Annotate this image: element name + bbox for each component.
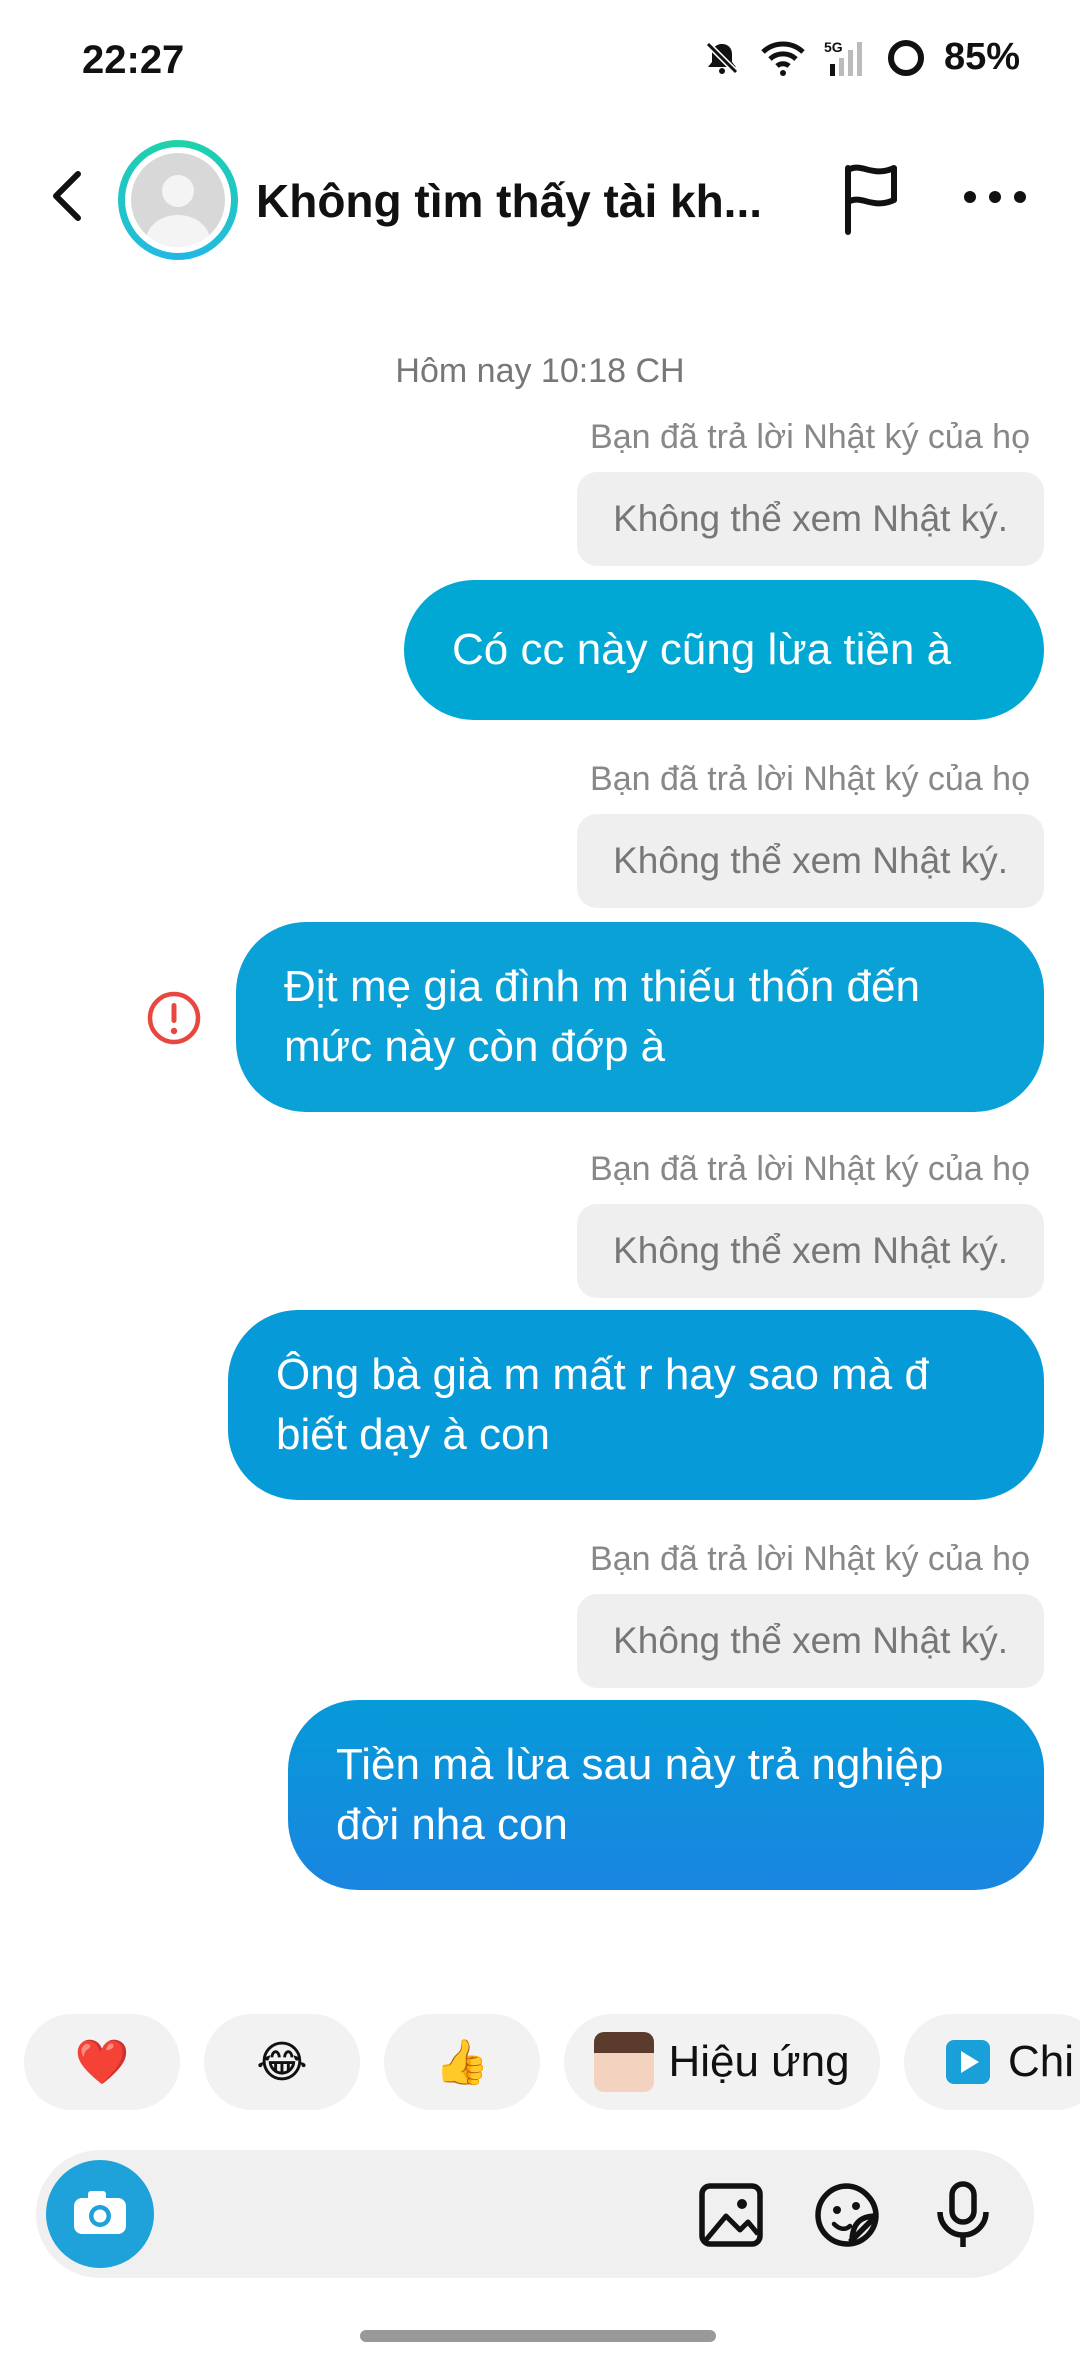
message-line: Địt mẹ gia đình m thiếu thốn đến bbox=[284, 962, 920, 1011]
camera-icon bbox=[74, 2191, 126, 2234]
date-separator: Hôm nay 10:18 CH bbox=[395, 352, 685, 390]
video-chip-button[interactable]: Chi bbox=[904, 2014, 1080, 2110]
avatar[interactable] bbox=[118, 140, 238, 260]
home-indicator[interactable] bbox=[360, 2330, 716, 2342]
reaction-heart-button[interactable]: ❤️ bbox=[24, 2014, 180, 2110]
laugh-emoji-icon: 😂 bbox=[256, 2037, 308, 2087]
video-chip-label: Chi bbox=[1008, 2037, 1075, 2086]
reaction-laugh-button[interactable]: 😂 bbox=[204, 2014, 360, 2110]
gallery-icon[interactable] bbox=[696, 2180, 766, 2250]
message-line: đời nha con bbox=[336, 1800, 568, 1849]
message-line: biết dạy à con bbox=[276, 1410, 550, 1459]
story-reply-note: Bạn đã trả lời Nhật ký của họ bbox=[590, 760, 1030, 798]
reaction-thumbs-up-button[interactable]: 👍 bbox=[384, 2014, 540, 2110]
conversation-title[interactable]: Không tìm thấy tài kh... bbox=[256, 174, 796, 228]
message-line: Ông bà già m mất r hay sao mà đ bbox=[276, 1350, 929, 1399]
send-failed-icon[interactable] bbox=[146, 990, 202, 1046]
report-flag-icon[interactable] bbox=[838, 160, 908, 236]
story-reply-note: Bạn đã trả lời Nhật ký của họ bbox=[590, 418, 1030, 456]
battery-level: 85% bbox=[943, 36, 1020, 78]
story-unavailable-card[interactable]: Không thể xem Nhật ký. bbox=[577, 1594, 1044, 1688]
back-arrow-icon[interactable] bbox=[40, 166, 100, 226]
mute-bell-icon bbox=[705, 41, 739, 74]
signal-5g-icon: 5G bbox=[824, 39, 862, 76]
heart-icon: ❤️ bbox=[74, 2038, 130, 2087]
camera-button[interactable] bbox=[46, 2160, 154, 2268]
story-reply-note: Bạn đã trả lời Nhật ký của họ bbox=[590, 1540, 1030, 1578]
story-unavailable-card[interactable]: Không thể xem Nhật ký. bbox=[577, 1204, 1044, 1298]
network-label: 5G bbox=[824, 39, 843, 55]
status-bar: 22:27 5G 85% bbox=[0, 0, 1080, 120]
status-time: 22:27 bbox=[82, 38, 185, 82]
message-composer[interactable] bbox=[36, 2150, 1034, 2278]
message-line: Tiền mà lừa sau này trả nghiệp bbox=[336, 1740, 944, 1789]
effect-thumbnail bbox=[594, 2032, 655, 2092]
sticker-icon[interactable] bbox=[812, 2180, 882, 2250]
message-bubble[interactable]: Tiền mà lừa sau này trả nghiệp đời nha c… bbox=[288, 1700, 1044, 1890]
play-icon bbox=[946, 2040, 990, 2084]
message-line: mức này còn đớp à bbox=[284, 1022, 666, 1071]
chat-header: Không tìm thấy tài kh... bbox=[0, 120, 1080, 280]
thumbs-up-icon: 👍 bbox=[434, 2038, 490, 2087]
story-unavailable-card[interactable]: Không thể xem Nhật ký. bbox=[577, 814, 1044, 908]
wifi-icon bbox=[761, 41, 805, 76]
story-reply-note: Bạn đã trả lời Nhật ký của họ bbox=[590, 1150, 1030, 1188]
quick-reactions-bar: ❤️ 😂 👍 Hiệu ứng Chi bbox=[24, 2014, 1080, 2110]
story-unavailable-card[interactable]: Không thể xem Nhật ký. bbox=[577, 472, 1044, 566]
message-bubble[interactable]: Ông bà già m mất r hay sao mà đ biết dạy… bbox=[228, 1310, 1044, 1500]
message-bubble[interactable]: Có cc này cũng lừa tiền à bbox=[404, 580, 1044, 720]
battery-ring-icon bbox=[887, 39, 924, 76]
default-avatar-icon bbox=[146, 175, 210, 247]
effects-button[interactable]: Hiệu ứng bbox=[564, 2014, 880, 2110]
message-bubble[interactable]: Địt mẹ gia đình m thiếu thốn đến mức này… bbox=[236, 922, 1044, 1112]
microphone-icon[interactable] bbox=[928, 2180, 998, 2250]
status-icons: 5G 85% bbox=[702, 36, 1020, 79]
effects-label: Hiệu ứng bbox=[668, 2037, 850, 2086]
more-options-icon[interactable] bbox=[960, 172, 1030, 222]
